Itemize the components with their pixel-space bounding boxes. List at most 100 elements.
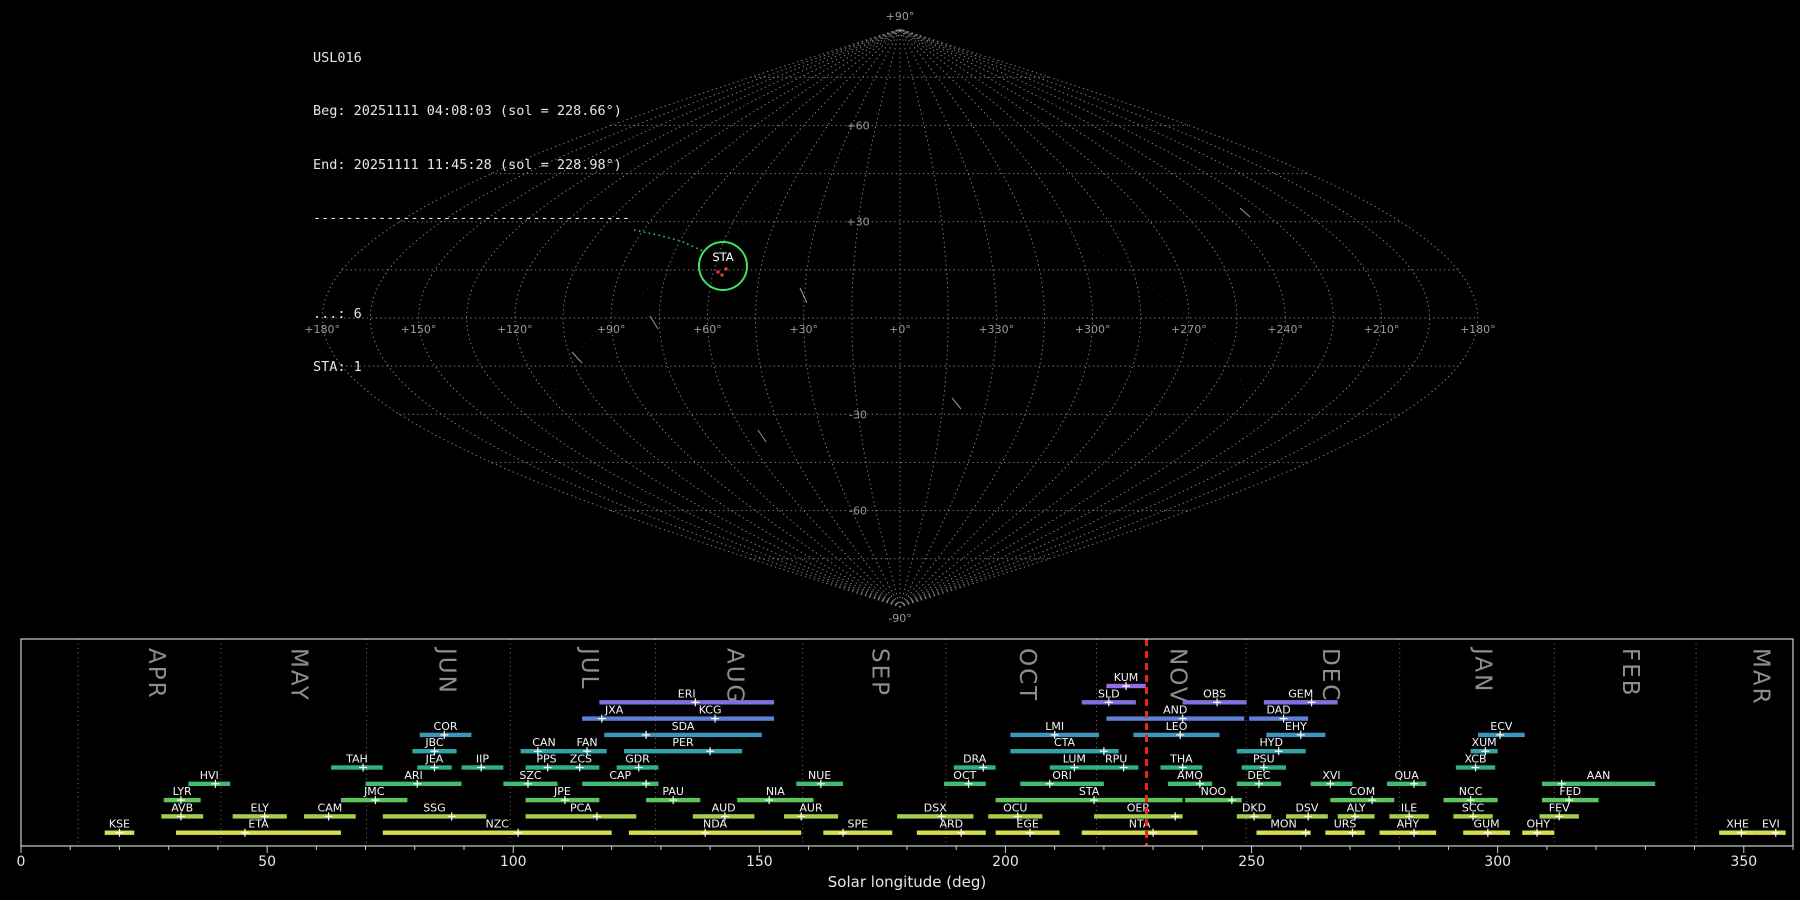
radiant-detection-dot [717,271,720,274]
x-tick-label: 350 [1730,854,1757,870]
shower-code-label: JBC [424,736,444,749]
shower-code-label: FAN [577,736,598,749]
month-label: FEB [1617,648,1643,698]
shower-code-label: OBS [1203,687,1226,700]
longitude-label: +270° [1171,323,1207,336]
month-label: NOV [1164,648,1190,705]
shower-code-label: FED [1559,785,1581,798]
shower-activity-bar [784,814,838,818]
station-id: USL016 [313,50,630,68]
shower-code-label: FEV [1549,801,1570,814]
shower-activity-bar [646,716,774,720]
shower-code-label: OHY [1526,818,1550,831]
month-label: MAY [286,648,312,702]
shower-code-label: PER [672,736,694,749]
shower-code-label: LYR [173,785,192,798]
shower-code-label: PSU [1253,753,1275,766]
shower-code-label: ETA [248,818,269,831]
shower-code-label: QUA [1394,769,1419,782]
shower-code-label: STA [1079,785,1100,798]
shower-code-label: JMC [363,785,385,798]
month-label: JAN [1470,646,1496,693]
meteor-trail [1240,208,1250,217]
meteor-trail [800,288,807,303]
shower-code-label: ALY [1347,801,1366,814]
latitude-label: +30 [846,216,869,229]
meridian-line [900,29,1093,607]
shower-code-label: DKD [1242,801,1266,814]
shower-activity-bar [599,700,774,704]
meteor-trail [650,316,658,329]
shower-code-label: LMI [1045,720,1064,733]
longitude-label: +330° [978,323,1014,336]
radiant-drift-track [634,230,703,251]
shower-code-label: EVI [1762,818,1780,831]
shower-code-label: TAH [345,753,368,766]
begin-time: Beg: 20251111 04:08:03 (sol = 228.66°) [313,103,630,121]
shower-code-label: DSX [924,801,947,814]
shower-code-label: THA [1169,753,1193,766]
shower-activity-bar [1094,765,1138,769]
activity-timeline: APRMAYJUNJULAUGSEPOCTNOVDECJANFEBMAR0501… [0,630,1800,900]
shower-code-label: ELY [251,801,270,814]
shower-code-label: COM [1349,785,1375,798]
shower-code-label: GDR [625,753,650,766]
shower-code-label: AND [1163,704,1187,717]
shower-code-label: JPE [553,785,571,798]
shower-code-label: SCC [1462,801,1485,814]
shower-code-label: NDA [703,818,728,831]
shower-code-label: SDA [672,720,695,733]
count-sporadics: ...: 6 [313,306,630,324]
radiant-label: STA [712,250,733,264]
month-label: OCT [1014,648,1040,702]
shower-code-label: JEA [425,753,444,766]
longitude-label: +60° [693,323,722,336]
count-sta: STA: 1 [313,359,630,377]
shower-activity-bar [823,831,892,835]
sky-map: +90°-90°+60+30-30-60+180°+150°+120°+90°+… [0,0,1800,630]
shower-code-label: XVI [1322,769,1340,782]
shower-code-label: PPS [536,753,556,766]
month-label: MAR [1748,648,1774,706]
shower-code-label: XCB [1465,753,1487,766]
meteor-trail [952,398,961,409]
shower-code-label: ILE [1401,801,1417,814]
shower-code-label: DAD [1266,704,1290,717]
shower-code-label: RPU [1105,753,1127,766]
month-label: JUL [576,646,602,690]
shower-code-label: KSE [109,818,130,831]
pole-label-south: -90° [888,612,911,625]
shower-code-label: AAN [1587,769,1611,782]
latitude-label: -60 [849,505,867,518]
shower-code-label: KCG [699,704,722,717]
x-tick-label: 0 [17,854,26,870]
shower-code-label: NZC [485,818,509,831]
shower-code-label: SLD [1098,687,1120,700]
shower-code-label: XUM [1472,736,1497,749]
shower-code-label: NCC [1459,785,1483,798]
month-label: SEP [867,648,893,697]
shower-code-label: SPE [847,818,868,831]
shower-code-label: SZC [519,769,542,782]
shower-code-label: NUE [808,769,831,782]
shower-code-label: GEM [1288,687,1313,700]
shower-code-label: IIP [476,753,489,766]
shower-activity-bar [582,716,646,720]
month-label: JUN [433,646,459,695]
shower-code-label: JXA [604,704,624,717]
shower-code-label: AUD [712,801,736,814]
shower-activity-bar [1325,831,1364,835]
longitude-label: +210° [1364,323,1400,336]
shower-code-label: EHY [1285,720,1307,733]
latitude-label: +60 [846,119,869,132]
shower-code-label: NIA [766,785,785,798]
shower-activity-bar [383,831,612,835]
shower-code-label: SSG [423,801,446,814]
x-tick-label: 250 [1238,854,1265,870]
shower-code-label: ORI [1052,769,1072,782]
shower-code-label: ARD [939,818,963,831]
shower-code-label: DEC [1247,769,1270,782]
shower-activity-bar [526,814,637,818]
month-label: DEC [1317,648,1343,702]
shower-code-label: PCA [570,801,592,814]
